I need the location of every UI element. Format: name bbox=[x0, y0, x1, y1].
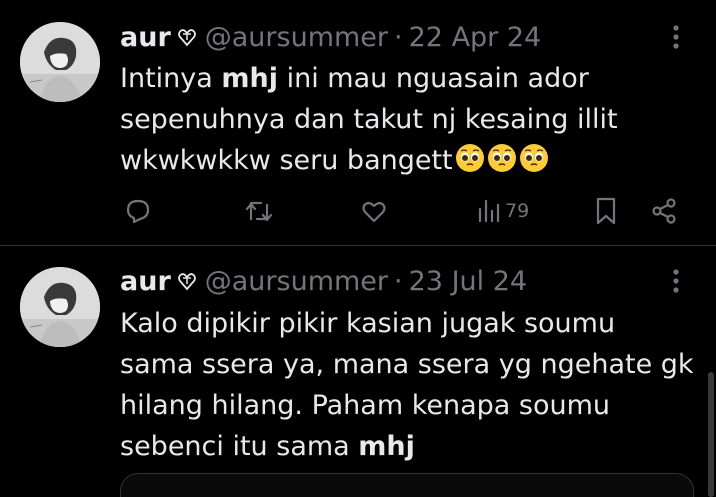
more-options-icon[interactable] bbox=[666, 266, 686, 296]
avatar[interactable] bbox=[20, 267, 100, 347]
tweet-text-line: wkwkwkkw seru bangett bbox=[120, 140, 700, 181]
bookmark-icon bbox=[596, 197, 616, 225]
pleading-face-emoji bbox=[519, 144, 548, 172]
bookmark-button[interactable] bbox=[593, 193, 619, 229]
tweet[interactable]: aur @aursummer · 22 Apr 24 Intinya mhj i… bbox=[0, 0, 716, 245]
tweet-text: Intinya mhj ini mau nguasain ador sepenu… bbox=[120, 58, 700, 181]
tweet-text-line: sepenuhnya dan takut nj kesaing illit bbox=[120, 104, 618, 135]
tweet-text-line: Kalo dipikir pikir kasian jugak soumu bbox=[120, 308, 616, 339]
mention-bold-text: mhj bbox=[358, 431, 415, 462]
share-icon bbox=[652, 198, 676, 224]
more-options-icon[interactable] bbox=[666, 22, 686, 52]
user-handle[interactable]: @aursummer bbox=[205, 266, 388, 297]
media-card[interactable] bbox=[120, 473, 694, 497]
timeline-feed: aur @aursummer · 22 Apr 24 Intinya mhj i… bbox=[0, 0, 716, 497]
tweet-text-line: Intinya mhj ini mau nguasain ador bbox=[120, 63, 589, 94]
views-button[interactable]: 79 bbox=[476, 193, 529, 229]
scrollbar[interactable] bbox=[708, 372, 714, 497]
tweet-text-line: sama ssera ya, mana ssera yg ngehate gk bbox=[120, 349, 694, 380]
tweet[interactable]: aur @aursummer · 23 Jul 24 Kalo dipikir … bbox=[0, 246, 716, 497]
tweet-text-line: hilang hilang. Paham kenapa soumu bbox=[120, 390, 611, 421]
retweet-button[interactable] bbox=[244, 193, 274, 229]
tweet-header: aur @aursummer · 23 Jul 24 bbox=[120, 264, 527, 298]
pleading-face-emoji bbox=[487, 144, 516, 172]
reply-button[interactable] bbox=[124, 193, 152, 229]
views-icon bbox=[478, 199, 500, 223]
like-icon bbox=[362, 201, 386, 223]
pleading-face-emoji bbox=[455, 144, 484, 172]
user-handle[interactable]: @aursummer bbox=[205, 22, 388, 53]
retweet-icon bbox=[245, 201, 273, 222]
tweet-header: aur @aursummer · 22 Apr 24 bbox=[120, 20, 541, 54]
heart-badge-icon bbox=[177, 29, 196, 47]
tweet-date[interactable]: 22 Apr 24 bbox=[409, 22, 542, 53]
tweet-text-line: sebenci itu sama mhj bbox=[120, 431, 415, 462]
tweet-date[interactable]: 23 Jul 24 bbox=[409, 266, 527, 297]
separator-dot: · bbox=[394, 265, 403, 297]
avatar-photo bbox=[20, 267, 100, 347]
separator-dot: · bbox=[394, 21, 403, 53]
display-name[interactable]: aur bbox=[120, 22, 171, 53]
mention-bold-text: mhj bbox=[221, 63, 279, 94]
reply-icon bbox=[126, 199, 150, 224]
like-button[interactable] bbox=[360, 193, 388, 229]
display-name[interactable]: aur bbox=[120, 266, 171, 297]
heart-badge-icon bbox=[177, 273, 196, 291]
tweet-actions: 79 bbox=[0, 193, 716, 229]
views-count: 79 bbox=[505, 200, 530, 222]
tweet-text: Kalo dipikir pikir kasian jugak soumu sa… bbox=[120, 303, 700, 467]
avatar[interactable] bbox=[20, 22, 100, 102]
share-button[interactable] bbox=[650, 193, 678, 229]
avatar-photo bbox=[20, 22, 100, 102]
